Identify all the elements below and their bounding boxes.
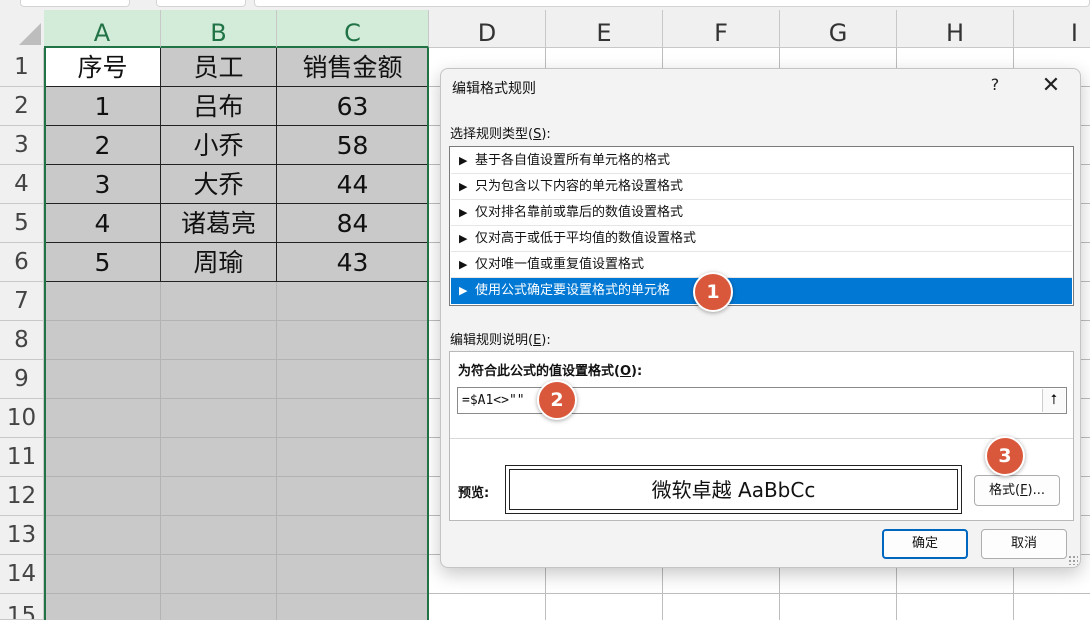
column-header-a[interactable]: A <box>44 10 161 48</box>
column-header-h[interactable]: H <box>897 10 1014 48</box>
rule-type-label-text: 仅对排名靠前或靠后的数值设置格式 <box>475 205 684 220</box>
row-header[interactable]: 6 <box>0 243 44 282</box>
rule-type-list[interactable]: ▶ 基于各自值设置所有单元格的格式 ▶ 只为包含以下内容的单元格设置格式 ▶ 仅对排名… <box>449 146 1074 306</box>
rule-type-label-text: 仅对高于或低于平均值的数值设置格式 <box>475 231 697 246</box>
row-header[interactable]: 13 <box>0 516 44 555</box>
row-header[interactable]: 7 <box>0 282 44 321</box>
format-button[interactable]: 格式(F)... <box>974 475 1060 506</box>
cancel-button[interactable]: 取消 <box>981 529 1067 559</box>
description-label-text: 编辑规则说明( <box>450 333 534 348</box>
column-header-i[interactable]: I <box>1014 10 1090 48</box>
triangle-right-icon: ▶ <box>459 180 468 193</box>
row-header[interactable]: 4 <box>0 165 44 204</box>
help-button[interactable]: ? <box>985 75 1005 97</box>
annotation-badge-2: 2 <box>537 380 577 420</box>
row-header[interactable]: 9 <box>0 360 44 399</box>
rule-type-item[interactable]: ▶ 只为包含以下内容的单元格设置格式 <box>451 174 1072 200</box>
row-header[interactable]: 8 <box>0 321 44 360</box>
formula-hotkey: O <box>619 364 632 379</box>
edit-format-rule-dialog: 编辑格式规则 ? ✕ 选择规则类型(S): ▶ 基于各自值设置所有单元格的格式 ▶… <box>440 68 1081 568</box>
formula-text: =$A1<>"" <box>462 393 525 408</box>
formula-label-text: 为符合此公式的值设置格式( <box>458 364 620 379</box>
select-all-corner[interactable] <box>0 10 45 49</box>
name-box-edge[interactable] <box>20 0 130 7</box>
formula-label-end: ): <box>631 364 643 379</box>
rule-type-item[interactable]: ▶ 基于各自值设置所有单元格的格式 <box>451 148 1072 174</box>
preview-box: 微软卓越 AaBbCc <box>505 465 962 514</box>
column-header-e[interactable]: E <box>546 10 663 48</box>
toolbar-control-edge[interactable] <box>156 0 246 7</box>
rule-type-item[interactable]: ▶ 仅对高于或低于平均值的数值设置格式 <box>451 226 1072 252</box>
rule-type-item[interactable]: ▶ 仅对唯一值或重复值设置格式 <box>451 252 1072 278</box>
collapse-dialog-icon[interactable]: ⭡ <box>1042 389 1065 412</box>
triangle-right-icon: ▶ <box>459 232 468 245</box>
annotation-badge-1: 1 <box>693 272 733 312</box>
rule-type-item-selected[interactable]: ▶ 使用公式确定要设置格式的单元格 <box>451 278 1072 304</box>
rule-description-panel: 为符合此公式的值设置格式(O): =$A1<>"" ⭡ 预览: 微软卓越 AaB… <box>449 351 1074 521</box>
row-header[interactable]: 3 <box>0 126 44 165</box>
selection-border <box>44 48 429 620</box>
description-label-end: ): <box>541 333 551 348</box>
triangle-right-icon: ▶ <box>459 206 468 219</box>
dialog-title: 编辑格式规则 <box>452 81 536 97</box>
row-header[interactable]: 10 <box>0 399 44 438</box>
gridline <box>429 593 1090 594</box>
ok-button[interactable]: 确定 <box>882 529 968 559</box>
triangle-right-icon: ▶ <box>459 154 468 167</box>
annotation-badge-3: 3 <box>985 436 1025 476</box>
row-header[interactable]: 2 <box>0 87 44 126</box>
rule-type-label-text: 基于各自值设置所有单元格的格式 <box>475 153 671 168</box>
format-button-label: 格式( <box>988 483 1021 498</box>
rule-type-label-text: 仅对唯一值或重复值设置格式 <box>475 257 645 272</box>
rule-type-item[interactable]: ▶ 仅对排名靠前或靠后的数值设置格式 <box>451 200 1072 226</box>
rule-type-label-text: 选择规则类型( <box>450 127 534 142</box>
row-header[interactable]: 11 <box>0 438 44 477</box>
description-label: 编辑规则说明(E): <box>450 329 551 348</box>
row-header[interactable]: 1 <box>0 48 44 87</box>
column-header-g[interactable]: G <box>780 10 897 48</box>
formula-bar-edge[interactable] <box>254 0 1090 7</box>
divider <box>450 438 1073 439</box>
resize-grip-icon[interactable] <box>1068 555 1078 565</box>
column-header-d[interactable]: D <box>429 10 546 48</box>
formula-label: 为符合此公式的值设置格式(O): <box>458 360 642 379</box>
column-header-b[interactable]: B <box>161 10 277 48</box>
rule-type-label: 选择规则类型(S): <box>450 123 551 142</box>
row-header[interactable]: 5 <box>0 204 44 243</box>
format-button-label-end: )... <box>1027 483 1046 498</box>
rule-type-label-end: ): <box>541 127 551 142</box>
rule-type-label-text: 只为包含以下内容的单元格设置格式 <box>475 179 684 194</box>
triangle-right-icon: ▶ <box>459 258 468 271</box>
preview-sample-text: 微软卓越 AaBbCc <box>509 469 958 510</box>
column-header-f[interactable]: F <box>663 10 780 48</box>
select-all-icon <box>19 23 41 45</box>
rule-type-label-text: 使用公式确定要设置格式的单元格 <box>475 283 671 298</box>
preview-label: 预览: <box>458 486 490 501</box>
row-header[interactable]: 15 <box>0 594 44 620</box>
close-icon[interactable]: ✕ <box>1039 73 1063 99</box>
row-header[interactable]: 14 <box>0 555 44 594</box>
row-header[interactable]: 12 <box>0 477 44 516</box>
triangle-right-icon: ▶ <box>459 284 468 297</box>
format-hotkey: F <box>1020 483 1028 498</box>
column-header-c[interactable]: C <box>277 10 429 48</box>
